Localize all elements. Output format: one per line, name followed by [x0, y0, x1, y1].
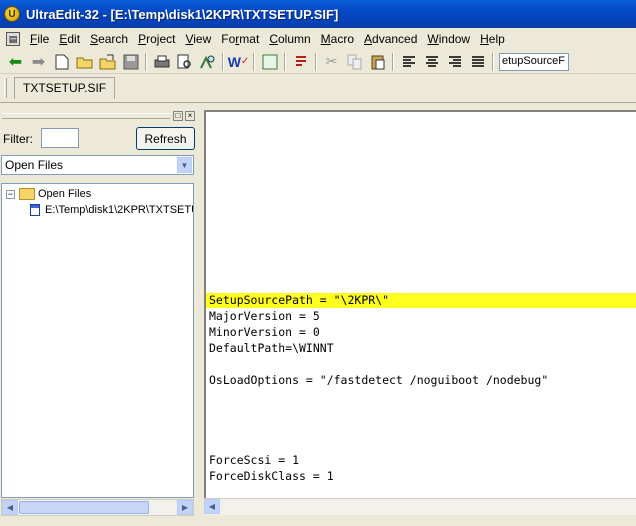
view-mode-value: Open Files — [5, 158, 64, 172]
code-line[interactable]: ForceDiskClass = 1 — [209, 468, 334, 484]
tree-item-file[interactable]: E:\Temp\disk1\2KPR\TXTSETUP.SIF — [30, 202, 193, 218]
back-icon[interactable]: ⬅ — [4, 51, 27, 73]
new-file-icon[interactable] — [50, 51, 73, 73]
main-toolbar: ⬅ ➡ W ✓ ✂ etupSourceF — [0, 50, 636, 74]
copy-icon[interactable] — [343, 51, 366, 73]
file-tree-panel: □ × Filter: Refresh Open Files ▼ − Open … — [0, 108, 199, 518]
document-icon — [30, 204, 40, 216]
scroll-left-icon[interactable]: ◀ — [2, 500, 18, 515]
window-title: UltraEdit-32 - [E:\Temp\disk1\2KPR\TXTSE… — [26, 6, 339, 22]
panel-grip[interactable] — [2, 113, 170, 119]
print-preview-icon[interactable] — [173, 51, 196, 73]
tab-txtsetup-sif[interactable]: TXTSETUP.SIF — [14, 77, 116, 99]
menu-file[interactable]: File — [26, 30, 53, 48]
menu-macro[interactable]: Macro — [317, 30, 358, 48]
refresh-button-label: Refresh — [144, 131, 187, 146]
align-center-icon[interactable] — [420, 51, 443, 73]
menu-search[interactable]: Search — [86, 30, 132, 48]
menu-project[interactable]: Project — [134, 30, 179, 48]
editor-text-area[interactable]: SetupSourcePath = "\2KPR\" MajorVersion … — [204, 110, 636, 498]
tree-root-open-files[interactable]: − Open Files — [6, 186, 91, 202]
panel-restore-icon[interactable]: □ — [173, 111, 183, 121]
code-line[interactable]: SetupSourcePath = "\2KPR\" — [209, 292, 389, 308]
paste-icon[interactable] — [366, 51, 389, 73]
editor-horizontal-scrollbar[interactable]: ◀ — [204, 498, 636, 515]
search-combo[interactable]: etupSourceF — [499, 52, 569, 71]
panel-header[interactable]: □ × — [0, 110, 199, 122]
scroll-right-icon[interactable]: ▶ — [177, 500, 193, 515]
filter-label: Filter: — [3, 132, 33, 146]
code-line[interactable]: DefaultPath=\WINNT — [209, 340, 334, 356]
cut-icon[interactable]: ✂ — [320, 51, 343, 73]
tree-horizontal-scrollbar[interactable]: ◀ ▶ — [1, 499, 194, 516]
menu-window[interactable]: Window — [423, 30, 474, 48]
filter-input[interactable] — [41, 128, 79, 148]
menu-view[interactable]: View — [181, 30, 215, 48]
toolbar-separator — [284, 52, 286, 71]
toolbar-separator — [145, 52, 147, 71]
open-folder-icon[interactable] — [96, 51, 119, 73]
toolbar-grip[interactable] — [4, 78, 7, 98]
code-line[interactable]: MinorVersion = 0 — [209, 324, 320, 340]
align-left-icon[interactable] — [397, 51, 420, 73]
open-icon[interactable] — [73, 51, 96, 73]
chevron-down-icon[interactable]: ▼ — [177, 157, 192, 173]
toolbar-separator — [315, 52, 317, 71]
hex-icon[interactable] — [258, 51, 281, 73]
panel-close-icon[interactable]: × — [185, 111, 195, 121]
spell-check-icon[interactable]: W ✓ — [227, 51, 250, 73]
folder-icon — [19, 188, 35, 200]
toolbar-separator — [222, 52, 224, 71]
view-mode-select[interactable]: Open Files ▼ — [1, 155, 194, 175]
menu-format[interactable]: Format — [217, 30, 263, 48]
scroll-left-icon[interactable]: ◀ — [204, 499, 220, 514]
scrollbar-thumb[interactable] — [19, 501, 149, 514]
ultraedit-app-icon[interactable]: U — [4, 6, 20, 22]
document-system-menu-icon[interactable]: ▤ — [6, 32, 20, 46]
window-bottom-edge — [0, 518, 636, 526]
tree-root-label: Open Files — [38, 188, 92, 200]
save-icon[interactable] — [119, 51, 142, 73]
menu-bar: ▤ File Edit Search Project View Format C… — [0, 28, 636, 50]
word-wrap-icon[interactable] — [289, 51, 312, 73]
tree-expander-icon[interactable]: − — [6, 189, 15, 199]
forward-icon[interactable]: ➡ — [27, 51, 50, 73]
code-line[interactable]: OsLoadOptions = "/fastdetect /noguiboot … — [209, 372, 548, 388]
toolbar-separator — [253, 52, 255, 71]
menu-advanced[interactable]: Advanced — [360, 30, 421, 48]
find-icon[interactable] — [196, 51, 219, 73]
file-tab-strip: TXTSETUP.SIF — [0, 75, 636, 103]
menu-edit[interactable]: Edit — [55, 30, 84, 48]
title-bar[interactable]: U UltraEdit-32 - [E:\Temp\disk1\2KPR\TXT… — [0, 0, 636, 28]
align-right-icon[interactable] — [443, 51, 466, 73]
menu-column[interactable]: Column — [265, 30, 314, 48]
refresh-button[interactable]: Refresh — [136, 127, 195, 150]
tree-item-label: E:\Temp\disk1\2KPR\TXTSETUP.SIF — [45, 204, 193, 216]
print-icon[interactable] — [150, 51, 173, 73]
toolbar-separator — [392, 52, 394, 71]
code-line[interactable]: ForceScsi = 1 — [209, 452, 299, 468]
menu-help[interactable]: Help — [476, 30, 509, 48]
code-line[interactable]: MajorVersion = 5 — [209, 308, 320, 324]
toolbar-separator — [492, 52, 494, 71]
file-tree: − Open Files E:\Temp\disk1\2KPR\TXTSETUP… — [1, 183, 194, 498]
justify-icon[interactable] — [466, 51, 489, 73]
